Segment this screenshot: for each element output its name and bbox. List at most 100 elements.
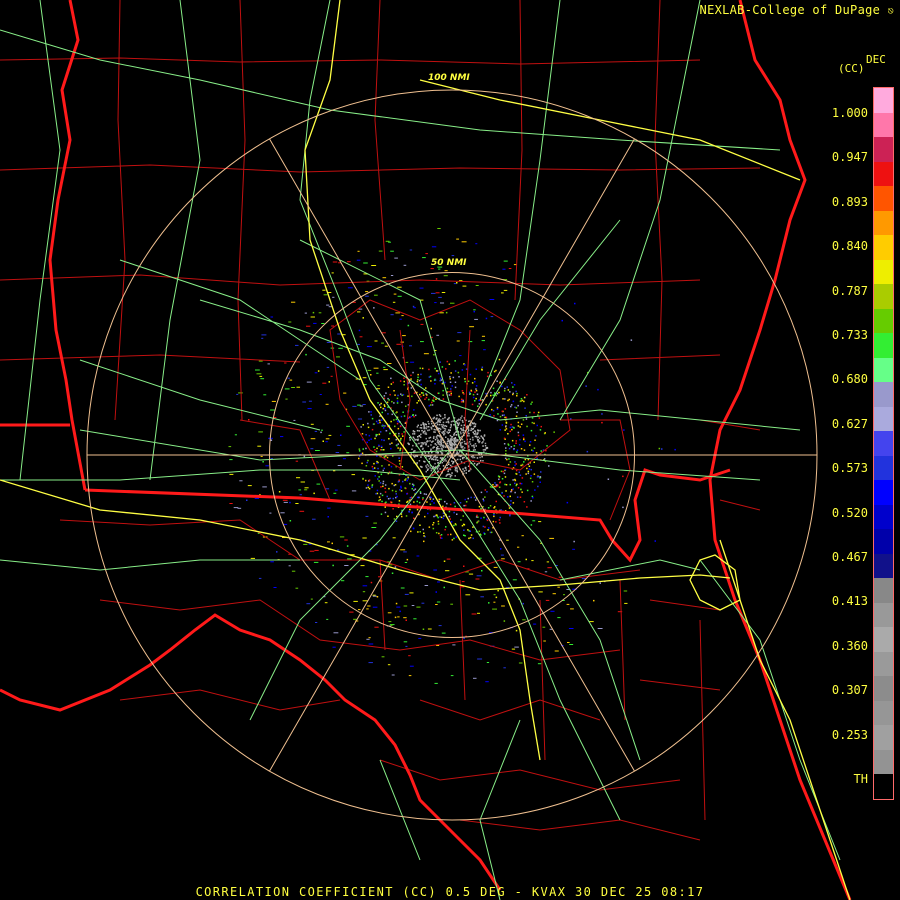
echo-gate (327, 541, 330, 543)
echo-gate (437, 516, 439, 519)
echo-gate (422, 257, 426, 259)
echo-gate (451, 436, 454, 438)
echo-gate (457, 452, 460, 455)
echo-gate (392, 508, 394, 510)
echo-gate (442, 460, 445, 462)
legend-label: 0.627 (831, 416, 868, 431)
echo-gate (416, 508, 419, 511)
echo-gate (444, 414, 446, 416)
echo-gate (395, 418, 398, 421)
echo-gate (502, 470, 504, 473)
echo-gate (507, 444, 510, 446)
echo-gate (438, 532, 440, 535)
echo-gate (401, 394, 404, 396)
echo-gate (538, 476, 540, 478)
echo-gate (484, 496, 486, 498)
echo-gate (414, 439, 416, 441)
echo-gate (508, 507, 511, 509)
echo-gate (399, 439, 402, 441)
echo-gate (519, 474, 522, 476)
echo-gate (440, 443, 442, 445)
echo-gate (379, 431, 382, 433)
echo-gate (362, 317, 364, 319)
color-scale-segment (874, 676, 893, 701)
echo-gate (313, 322, 317, 324)
echo-gate (382, 469, 384, 472)
echo-gate (470, 429, 472, 432)
echo-gate (478, 441, 480, 444)
echo-gate (398, 460, 401, 462)
echo-gate (295, 460, 299, 462)
echo-gate (462, 285, 467, 287)
echo-gate (278, 491, 281, 493)
echo-gate (434, 462, 436, 465)
echo-gate (396, 420, 399, 422)
echo-gate (518, 662, 523, 664)
echo-gate (445, 526, 447, 528)
echo-gate (475, 499, 477, 501)
echo-gate (351, 474, 356, 476)
echo-gate (229, 503, 233, 504)
echo-gate (501, 385, 503, 388)
echo-gate (263, 394, 267, 396)
echo-gate (445, 460, 447, 462)
echo-gate (489, 414, 491, 416)
echo-gate (505, 416, 508, 419)
echo-gate (396, 397, 399, 400)
color-scale-segment (874, 235, 893, 260)
echo-gate (423, 424, 425, 427)
echo-gate (366, 441, 368, 444)
echo-gate (327, 516, 329, 518)
echo-gate (456, 340, 460, 342)
echo-gate (521, 463, 524, 466)
echo-gate (371, 417, 374, 420)
echo-gate (504, 398, 506, 400)
echo-gate (513, 445, 516, 447)
echo-gate (440, 534, 443, 536)
echo-gate (351, 490, 357, 492)
echo-gate (543, 458, 546, 460)
echo-gate (430, 449, 432, 452)
echo-gate (308, 400, 312, 402)
echo-gate (269, 512, 272, 514)
echo-gate (525, 473, 527, 475)
echo-gate (383, 408, 386, 410)
echo-gate (481, 366, 484, 368)
echo-gate (444, 446, 447, 448)
echo-gate (554, 650, 559, 652)
color-scale-segment (874, 210, 893, 236)
echo-gate (288, 565, 291, 567)
echo-gate (381, 465, 383, 467)
echo-gate (501, 605, 505, 607)
echo-gate (503, 289, 508, 291)
echo-gate (435, 451, 437, 454)
echo-gate (462, 515, 464, 517)
echo-gate (458, 376, 460, 378)
echo-gate (293, 419, 296, 421)
echo-gate (427, 628, 432, 630)
echo-gate (306, 381, 312, 383)
echo-gate (546, 445, 548, 447)
echo-gate (460, 461, 463, 463)
echo-gate (497, 589, 499, 592)
echo-gate (376, 596, 379, 598)
legend-label: 0.413 (831, 594, 868, 609)
echo-gate (450, 388, 452, 390)
echo-gate (346, 452, 350, 454)
echo-gate (530, 500, 532, 502)
echo-gate (433, 354, 435, 356)
echo-gate (440, 419, 442, 421)
echo-gate (542, 626, 546, 628)
echo-gate (422, 422, 424, 424)
echo-gate (512, 479, 514, 481)
echo-gate (418, 379, 421, 382)
echo-gate (396, 606, 401, 608)
echo-gate (479, 456, 481, 459)
echo-gate (383, 369, 388, 371)
echo-gate (335, 452, 340, 453)
echo-gate (449, 429, 451, 432)
echo-gate (489, 505, 492, 507)
echo-gate (500, 548, 502, 550)
echo-gate (481, 456, 483, 458)
echo-gate (425, 466, 428, 469)
